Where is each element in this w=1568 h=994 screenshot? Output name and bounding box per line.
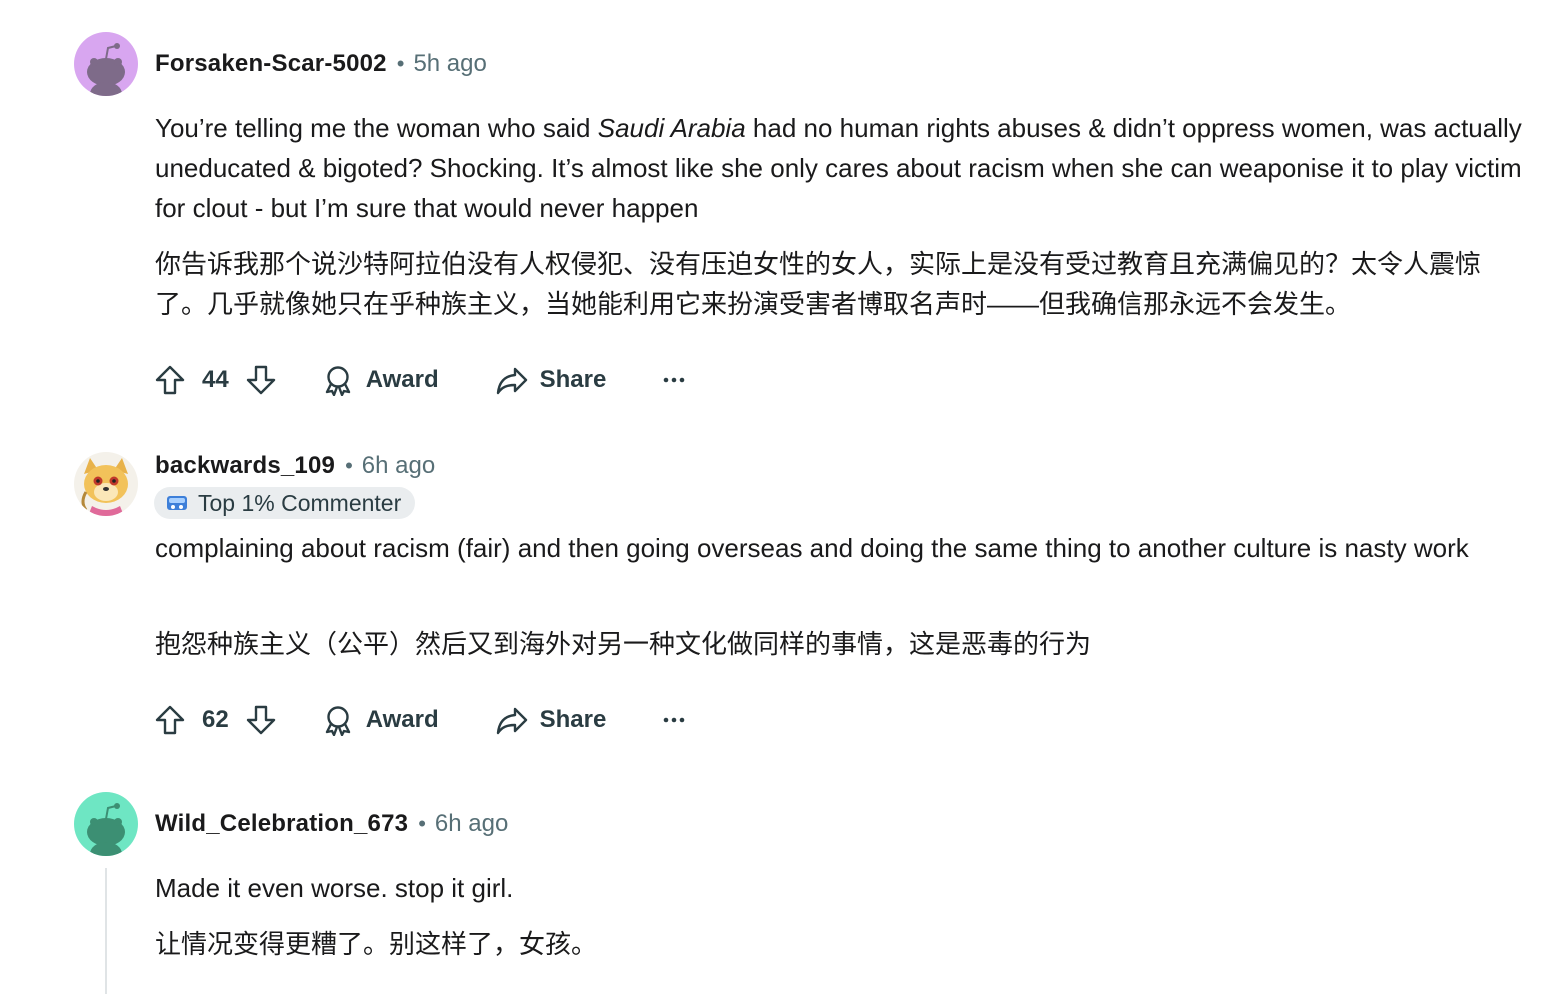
comment-translation: 抱怨种族主义（公平）然后又到海外对另一种文化做同样的事情，这是恶毒的行为 bbox=[155, 629, 1092, 659]
share-icon bbox=[496, 367, 527, 395]
vote-count: 44 bbox=[202, 366, 229, 393]
award-icon bbox=[325, 366, 350, 396]
award-icon bbox=[325, 706, 350, 736]
downvote-button[interactable] bbox=[245, 704, 277, 736]
share-button[interactable]: Share bbox=[496, 364, 607, 396]
share-label: Share bbox=[539, 706, 607, 733]
comment-action-bar: 62 Award Share bbox=[154, 700, 686, 740]
vote-count: 62 bbox=[202, 706, 229, 733]
avatar[interactable] bbox=[74, 452, 138, 516]
timestamp[interactable]: 6h ago bbox=[362, 452, 435, 480]
upvote-icon bbox=[155, 365, 185, 395]
separator-dot: • bbox=[418, 811, 426, 836]
comment-translation: 你告诉我那个说沙特阿拉伯没有人权侵犯、没有压迫女性的女人，实际上是没有受过教育且… bbox=[155, 249, 1482, 319]
user-flair: Top 1% Commenter bbox=[154, 487, 416, 519]
comment-body-text: You’re telling me the woman who said bbox=[155, 113, 598, 143]
separator-dot: • bbox=[396, 51, 405, 76]
share-label: Share bbox=[539, 366, 607, 393]
comment-body: complaining about racism (fair) and then… bbox=[155, 533, 1469, 563]
comment-body-italic: Saudi Arabia bbox=[597, 113, 746, 143]
dog-avatar-icon bbox=[74, 452, 138, 516]
more-icon bbox=[664, 377, 685, 383]
snoo-avatar-icon bbox=[74, 32, 138, 96]
timestamp[interactable]: 5h ago bbox=[413, 50, 486, 78]
username[interactable]: Forsaken-Scar-5002 bbox=[155, 50, 387, 78]
flair-label: Top 1% Commenter bbox=[198, 489, 402, 516]
comment-header: Forsaken-Scar-5002 • 5h ago bbox=[155, 50, 487, 78]
thread-line[interactable] bbox=[105, 868, 107, 994]
timestamp[interactable]: 6h ago bbox=[435, 810, 508, 838]
comment-body: Made it even worse. stop it girl. bbox=[155, 873, 514, 903]
comment-body: You’re telling me the woman who said Sau… bbox=[155, 108, 1525, 228]
avatar[interactable] bbox=[74, 792, 138, 856]
more-options-button[interactable] bbox=[662, 708, 686, 732]
award-button[interactable]: Award bbox=[322, 704, 439, 736]
award-label: Award bbox=[365, 706, 439, 733]
more-icon bbox=[664, 717, 685, 723]
username[interactable]: backwards_109 bbox=[155, 452, 335, 480]
snoo-avatar-icon bbox=[74, 792, 138, 856]
share-icon bbox=[496, 707, 527, 735]
upvote-icon bbox=[155, 705, 185, 735]
downvote-button[interactable] bbox=[245, 364, 277, 396]
comment-action-bar: 44 Award Share bbox=[154, 360, 686, 400]
separator-dot: • bbox=[345, 453, 353, 478]
downvote-icon bbox=[246, 705, 275, 735]
comment-translation: 让情况变得更糟了。别这样了，女孩。 bbox=[155, 929, 598, 959]
upvote-button[interactable] bbox=[154, 364, 186, 396]
upvote-button[interactable] bbox=[154, 704, 186, 736]
avatar[interactable] bbox=[74, 32, 138, 96]
comment-header: Wild_Celebration_673 • 6h ago bbox=[155, 810, 508, 838]
downvote-icon bbox=[246, 365, 275, 395]
username[interactable]: Wild_Celebration_673 bbox=[155, 810, 408, 838]
award-button[interactable]: Award bbox=[322, 364, 439, 396]
more-options-button[interactable] bbox=[662, 368, 686, 392]
share-button[interactable]: Share bbox=[496, 704, 607, 736]
flair-badge-icon bbox=[167, 496, 187, 510]
award-label: Award bbox=[365, 366, 439, 393]
comment-header: backwards_109 • 6h ago bbox=[155, 452, 435, 480]
